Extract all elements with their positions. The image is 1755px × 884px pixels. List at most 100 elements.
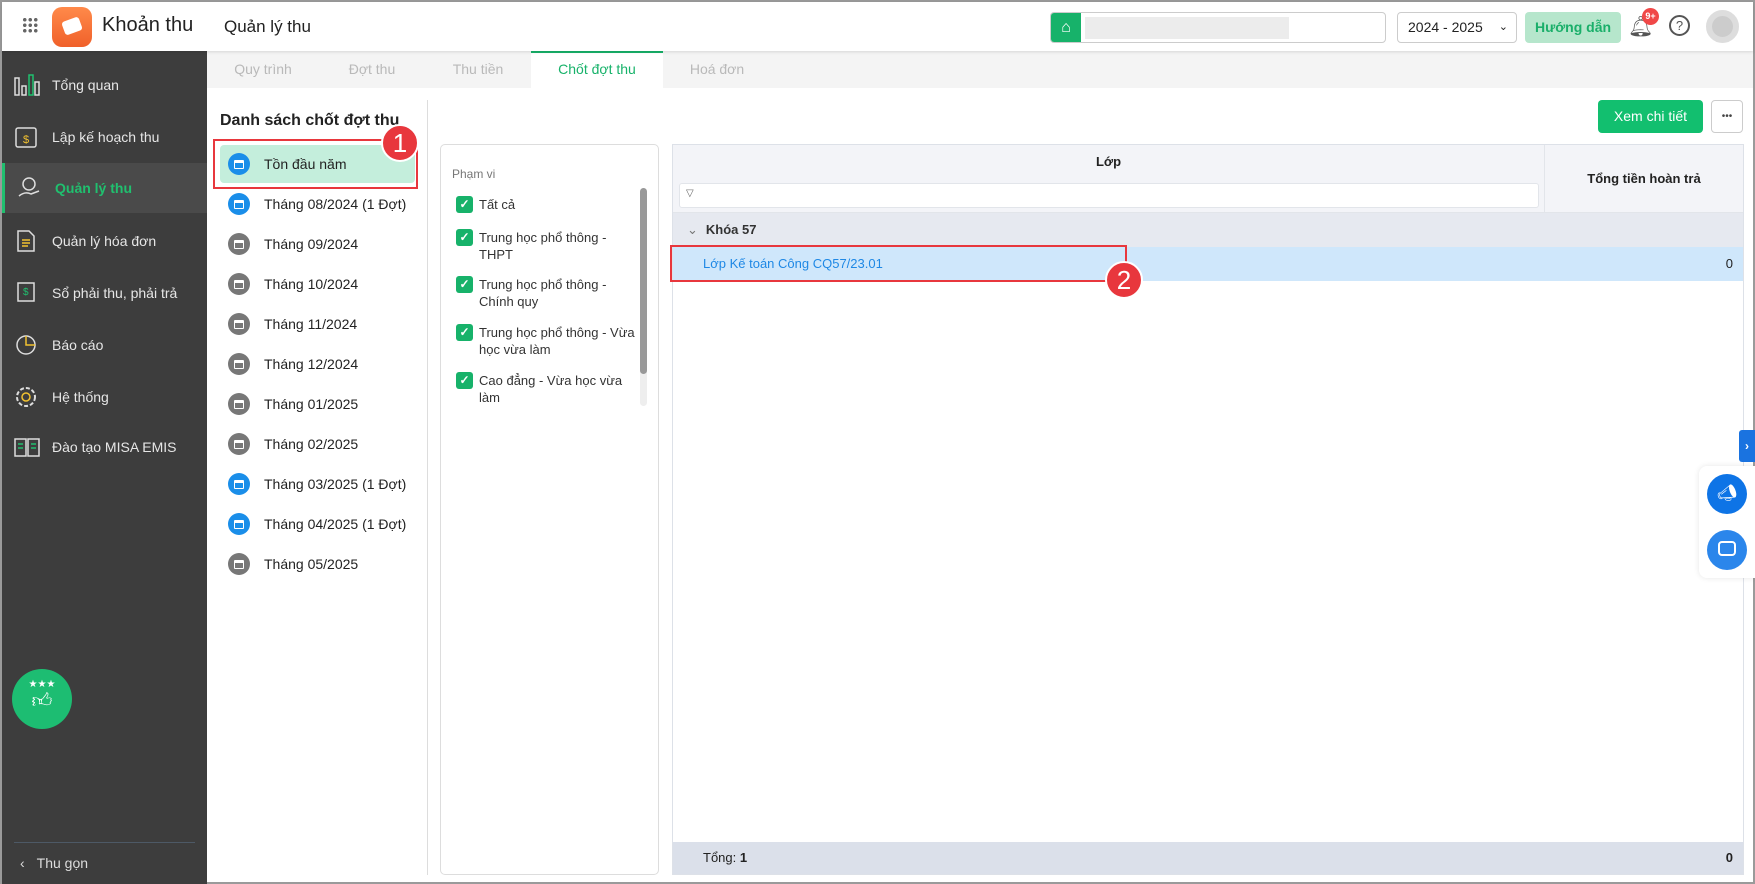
batch-list-item[interactable]: Tháng 10/2024	[220, 265, 415, 303]
batch-list-item[interactable]: Tháng 12/2024	[220, 345, 415, 383]
expand-panel-button[interactable]: ›	[1739, 430, 1755, 462]
batch-list-item[interactable]: Tháng 03/2025 (1 Đợt)	[220, 465, 415, 503]
calendar-icon	[228, 473, 250, 495]
sidebar-label: Hệ thống	[52, 389, 109, 405]
sidebar-label: Báo cáo	[52, 337, 104, 353]
school-year-select[interactable]: 2024 - 2025 ⌄	[1397, 12, 1517, 43]
scope-checkbox[interactable]: ✓ Trung học phổ thông - Vừa học vừa làm	[456, 324, 636, 358]
footer-total: 0	[1725, 850, 1733, 865]
hand-coin-icon	[18, 177, 40, 197]
sidebar-item-ledger[interactable]: $ Sổ phải thu, phải trả	[2, 268, 207, 318]
batch-label: Tháng 11/2024	[264, 316, 358, 332]
batch-list-item[interactable]: Tháng 02/2025	[220, 425, 415, 463]
sidebar-label: Sổ phải thu, phải trả	[52, 285, 178, 301]
table-footer: Tổng: 1 0	[673, 842, 1743, 874]
scope-scrollbar[interactable]	[640, 188, 647, 406]
sidebar-item-system[interactable]: Hệ thống	[2, 372, 207, 422]
view-detail-button[interactable]: Xem chi tiết	[1598, 100, 1703, 133]
chevron-left-icon: ‹	[20, 855, 25, 871]
sidebar-label: Tổng quan	[52, 77, 119, 93]
batch-list-item[interactable]: Tháng 04/2025 (1 Đợt)	[220, 505, 415, 543]
batch-label: Tháng 03/2025 (1 Đợt)	[264, 476, 407, 492]
svg-text:$: $	[23, 134, 29, 146]
batch-label: Tháng 02/2025	[264, 436, 359, 452]
batch-label: Tháng 05/2025	[264, 556, 359, 572]
batch-label: Tháng 10/2024	[264, 276, 359, 292]
sidebar-item-overview[interactable]: Tổng quan	[2, 60, 207, 110]
group-label: Khóa 57	[705, 222, 757, 237]
gear-icon	[16, 387, 36, 407]
document-icon	[17, 230, 35, 252]
help-icon[interactable]: ?	[1669, 15, 1690, 36]
guide-button[interactable]: Hướng dẫn	[1525, 12, 1621, 43]
batch-label: Tháng 01/2025	[264, 396, 359, 412]
top-bar: Khoản thu Quản lý thu ⌂ 2024 - 2025 ⌄ Hư…	[2, 2, 1753, 51]
sidebar-item-revenue[interactable]: Quản lý thu	[2, 163, 207, 213]
rating-button[interactable]: ★★★ 👍︎	[12, 669, 72, 729]
checkmark-icon: ✓	[456, 196, 473, 213]
sidebar-item-training[interactable]: Đào tạo MISA EMIS	[2, 422, 207, 472]
scope-checkbox[interactable]: ✓ Cao đẳng - Vừa học vừa làm	[456, 372, 636, 406]
calendar-icon	[228, 233, 250, 255]
more-options-button[interactable]: •••	[1711, 100, 1743, 133]
book-dollar-icon: $	[17, 282, 35, 302]
sidebar-item-plan[interactable]: $ Lập kế hoạch thu	[2, 112, 207, 162]
tab-process[interactable]: Quy trình	[207, 51, 319, 88]
sidebar: Tổng quan $ Lập kế hoạch thu Quản lý thu …	[2, 51, 207, 884]
open-book-icon	[14, 438, 40, 457]
batch-list-item[interactable]: Tháng 09/2024	[220, 225, 415, 263]
scope-label: Trung học phổ thông - THPT	[479, 230, 607, 262]
tab-bar: Quy trình Đợt thu Thu tiền Chốt đợt thu …	[207, 51, 1753, 88]
announcement-button[interactable]: 📣︎	[1707, 474, 1747, 514]
calendar-icon	[228, 553, 250, 575]
tab-close-batch[interactable]: Chốt đợt thu	[531, 51, 663, 88]
pie-chart-icon	[16, 335, 36, 355]
floating-actions: 📣︎	[1699, 466, 1755, 578]
tab-payment[interactable]: Thu tiền	[425, 51, 531, 88]
calendar-icon	[228, 193, 250, 215]
sidebar-label: Đào tạo MISA EMIS	[52, 439, 177, 455]
app-grid-icon[interactable]	[22, 17, 38, 33]
column-header-class: Lớp	[1095, 154, 1122, 169]
column-header-refund: Tổng tiền hoàn trả	[1587, 171, 1701, 186]
refund-value: 0	[1725, 256, 1733, 271]
chevron-down-icon: ⌄	[1498, 21, 1508, 33]
calendar-icon	[228, 313, 250, 335]
calendar-icon	[228, 273, 250, 295]
chevron-down-icon: ⌄	[687, 222, 698, 237]
sidebar-label: Lập kế hoạch thu	[52, 129, 160, 145]
sidebar-label: Quản lý hóa đơn	[52, 233, 157, 249]
bar-chart-icon	[14, 74, 40, 96]
chat-bubble-icon	[1718, 541, 1736, 556]
batch-list-item[interactable]: Tháng 08/2024 (1 Đợt)	[220, 185, 415, 223]
sidebar-item-invoice[interactable]: Quản lý hóa đơn	[2, 216, 207, 266]
collapse-button[interactable]: ‹ Thu gọn	[20, 855, 88, 871]
class-filter-input[interactable]: ▽	[679, 183, 1539, 208]
sidebar-item-reports[interactable]: Báo cáo	[2, 320, 207, 370]
megaphone-icon: 📣︎	[1716, 485, 1738, 502]
batch-list-item[interactable]: Tháng 05/2025	[220, 545, 415, 583]
calendar-dollar-icon: $	[15, 127, 37, 148]
sidebar-label: Quản lý thu	[55, 180, 132, 196]
group-row[interactable]: ⌄ Khóa 57	[673, 213, 1743, 247]
avatar[interactable]	[1706, 10, 1739, 43]
batch-list-item[interactable]: Tháng 11/2024	[220, 305, 415, 343]
scope-checkbox[interactable]: ✓ Trung học phổ thông - Chính quy	[456, 276, 636, 310]
scope-checkbox[interactable]: ✓ Trung học phổ thông - THPT	[456, 229, 636, 263]
notification-badge: 9+	[1642, 8, 1659, 25]
batch-label: Tháng 12/2024	[264, 356, 359, 372]
batch-list-item[interactable]: Tháng 01/2025	[220, 385, 415, 423]
checkmark-icon: ✓	[456, 276, 473, 293]
annotation-box-2	[670, 245, 1127, 282]
batch-label: Tháng 09/2024	[264, 236, 359, 252]
home-icon: ⌂	[1051, 13, 1081, 42]
scope-label: Trung học phổ thông - Vừa học vừa làm	[479, 325, 635, 357]
scope-checkbox[interactable]: ✓ Tất cả	[456, 196, 636, 213]
svg-text:$: $	[23, 287, 29, 298]
checkmark-icon: ✓	[456, 324, 473, 341]
tab-collection-batch[interactable]: Đợt thu	[319, 51, 425, 88]
calendar-icon	[228, 393, 250, 415]
tab-invoice[interactable]: Hoá đơn	[663, 51, 771, 88]
chat-button[interactable]	[1707, 530, 1747, 570]
school-search[interactable]: ⌂	[1050, 12, 1386, 43]
